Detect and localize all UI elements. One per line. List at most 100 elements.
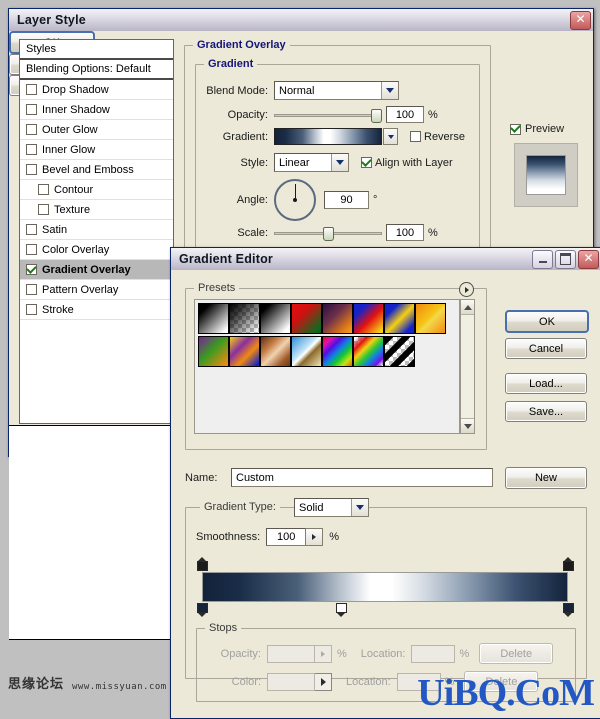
gradient-preset-swatch[interactable] xyxy=(198,336,229,367)
gradient-dropdown-button[interactable] xyxy=(383,128,398,145)
gradient-preset-swatch[interactable] xyxy=(353,303,384,334)
gradient-preset-swatch[interactable] xyxy=(229,336,260,367)
align-with-layer-checkbox[interactable] xyxy=(361,157,372,168)
style-checkbox[interactable] xyxy=(26,164,37,175)
gradient-preset-swatch[interactable] xyxy=(384,336,415,367)
new-preset-button[interactable]: New xyxy=(505,467,587,489)
gradient-ramp-area[interactable] xyxy=(196,556,574,618)
stop-opacity-location-input[interactable] xyxy=(411,644,456,663)
sidebar-item-inner-shadow[interactable]: Inner Shadow xyxy=(20,100,173,120)
presets-grid[interactable] xyxy=(198,303,446,369)
sidebar-item-blending-options[interactable]: Blending Options: Default xyxy=(20,60,173,80)
gradient-preset-swatch[interactable] xyxy=(291,336,322,367)
preview-checkbox-row[interactable]: Preview xyxy=(510,123,564,135)
style-checkbox[interactable] xyxy=(26,264,37,275)
sidebar-item-satin[interactable]: Satin xyxy=(20,220,173,240)
opacity-stop-marker[interactable] xyxy=(562,557,574,572)
chevron-down-icon[interactable] xyxy=(331,154,348,171)
name-input[interactable]: Custom xyxy=(231,468,493,487)
close-icon[interactable]: ✕ xyxy=(578,249,599,269)
scale-slider[interactable] xyxy=(274,226,382,241)
sidebar-item-texture[interactable]: Texture xyxy=(20,200,173,220)
stop-opacity-stepper[interactable] xyxy=(315,644,332,663)
gradient-preset-swatch[interactable] xyxy=(322,303,353,334)
sidebar-item-gradient-overlay[interactable]: Gradient Overlay xyxy=(20,260,173,280)
gradient-preset-fill xyxy=(199,304,228,333)
presets-menu-arrow-icon[interactable] xyxy=(459,282,474,297)
chevron-down-icon[interactable] xyxy=(381,82,398,99)
gradient-ramp[interactable] xyxy=(202,572,568,602)
gradient-preset-swatch[interactable] xyxy=(260,303,291,334)
sidebar-item-contour[interactable]: Contour xyxy=(20,180,173,200)
layer-style-titlebar[interactable]: Layer Style ✕ xyxy=(9,9,593,32)
sidebar-item-color-overlay[interactable]: Color Overlay xyxy=(20,240,173,260)
gradient-preset-swatch[interactable] xyxy=(229,303,260,334)
opacity-slider[interactable] xyxy=(274,108,382,123)
sidebar-item-drop-shadow[interactable]: Drop Shadow xyxy=(20,80,173,100)
style-checkbox[interactable] xyxy=(26,104,37,115)
style-checkbox[interactable] xyxy=(26,224,37,235)
opacity-stop-marker[interactable] xyxy=(196,557,208,572)
ge-load-button[interactable]: Load... xyxy=(505,373,587,394)
gradient-preset-swatch[interactable] xyxy=(198,303,229,334)
angle-dial[interactable] xyxy=(274,179,316,221)
sidebar-item-pattern-overlay[interactable]: Pattern Overlay xyxy=(20,280,173,300)
scale-slider-knob[interactable] xyxy=(323,226,334,241)
preview-checkbox[interactable] xyxy=(510,123,521,135)
sidebar-item-outer-glow[interactable]: Outer Glow xyxy=(20,120,173,140)
gradient-preset-swatch[interactable] xyxy=(415,303,446,334)
reverse-checkbox[interactable] xyxy=(410,131,421,142)
ge-save-button[interactable]: Save... xyxy=(505,401,587,422)
gradient-preset-swatch[interactable] xyxy=(384,303,415,334)
chevron-down-icon[interactable] xyxy=(351,499,368,516)
maximize-icon[interactable] xyxy=(555,249,576,269)
styles-list[interactable]: Styles Blending Options: Default Drop Sh… xyxy=(19,39,174,424)
chevron-up-icon[interactable] xyxy=(461,300,474,315)
gradient-preset-swatch[interactable] xyxy=(322,336,353,367)
stop-color-location-input[interactable] xyxy=(396,672,441,691)
style-checkbox[interactable] xyxy=(38,184,49,195)
smoothness-input[interactable]: 100 xyxy=(266,528,307,546)
chevron-down-icon[interactable] xyxy=(461,418,474,433)
delete-opacity-stop-button[interactable]: Delete xyxy=(479,643,554,664)
style-checkbox[interactable] xyxy=(26,84,37,95)
stop-color-swatch[interactable] xyxy=(267,672,315,691)
sidebar-item-bevel-and-emboss[interactable]: Bevel and Emboss xyxy=(20,160,173,180)
style-checkbox[interactable] xyxy=(26,304,37,315)
gradient-preset-swatch[interactable] xyxy=(260,336,291,367)
style-checkbox[interactable] xyxy=(38,204,49,215)
close-icon[interactable]: ✕ xyxy=(570,10,591,30)
opacity-slider-knob[interactable] xyxy=(371,108,382,123)
ge-cancel-button[interactable]: Cancel xyxy=(505,338,587,359)
gradient-preset-swatch[interactable] xyxy=(291,303,322,334)
style-checkbox[interactable] xyxy=(26,144,37,155)
opacity-input[interactable]: 100 xyxy=(386,106,424,123)
color-stop-marker[interactable] xyxy=(335,602,347,617)
gradient-preset-swatch[interactable] xyxy=(353,336,384,367)
stop-opacity-input[interactable] xyxy=(267,644,315,663)
style-checkbox[interactable] xyxy=(26,124,37,135)
scale-input[interactable]: 100 xyxy=(386,224,424,241)
gradient-style-select[interactable]: Linear xyxy=(274,153,349,172)
gradient-editor-titlebar[interactable]: Gradient Editor ✕ xyxy=(171,248,600,271)
angle-input[interactable]: 90 xyxy=(324,191,369,209)
minimize-icon[interactable] xyxy=(532,249,553,269)
gradient-preview-swatch[interactable] xyxy=(274,128,382,145)
color-stop-marker[interactable] xyxy=(196,602,208,617)
presets-scrollbar[interactable] xyxy=(460,299,475,434)
smoothness-stepper[interactable] xyxy=(306,528,324,546)
sidebar-item-stroke[interactable]: Stroke xyxy=(20,300,173,320)
ge-ok-button[interactable]: OK xyxy=(505,310,589,333)
sidebar-item-inner-glow[interactable]: Inner Glow xyxy=(20,140,173,160)
gradient-type-select[interactable]: Solid xyxy=(294,498,369,517)
color-stop-marker[interactable] xyxy=(562,602,574,617)
style-checkbox[interactable] xyxy=(26,284,37,295)
style-checkbox[interactable] xyxy=(26,244,37,255)
styles-preview-area xyxy=(9,425,177,640)
scale-label: Scale: xyxy=(237,226,268,239)
delete-color-stop-button[interactable]: Delete xyxy=(464,671,539,692)
angle-label: Angle: xyxy=(236,194,268,206)
blend-mode-select[interactable]: Normal xyxy=(274,81,399,100)
stop-color-picker-button[interactable] xyxy=(315,672,332,691)
presets-swatch-panel[interactable] xyxy=(194,299,460,434)
